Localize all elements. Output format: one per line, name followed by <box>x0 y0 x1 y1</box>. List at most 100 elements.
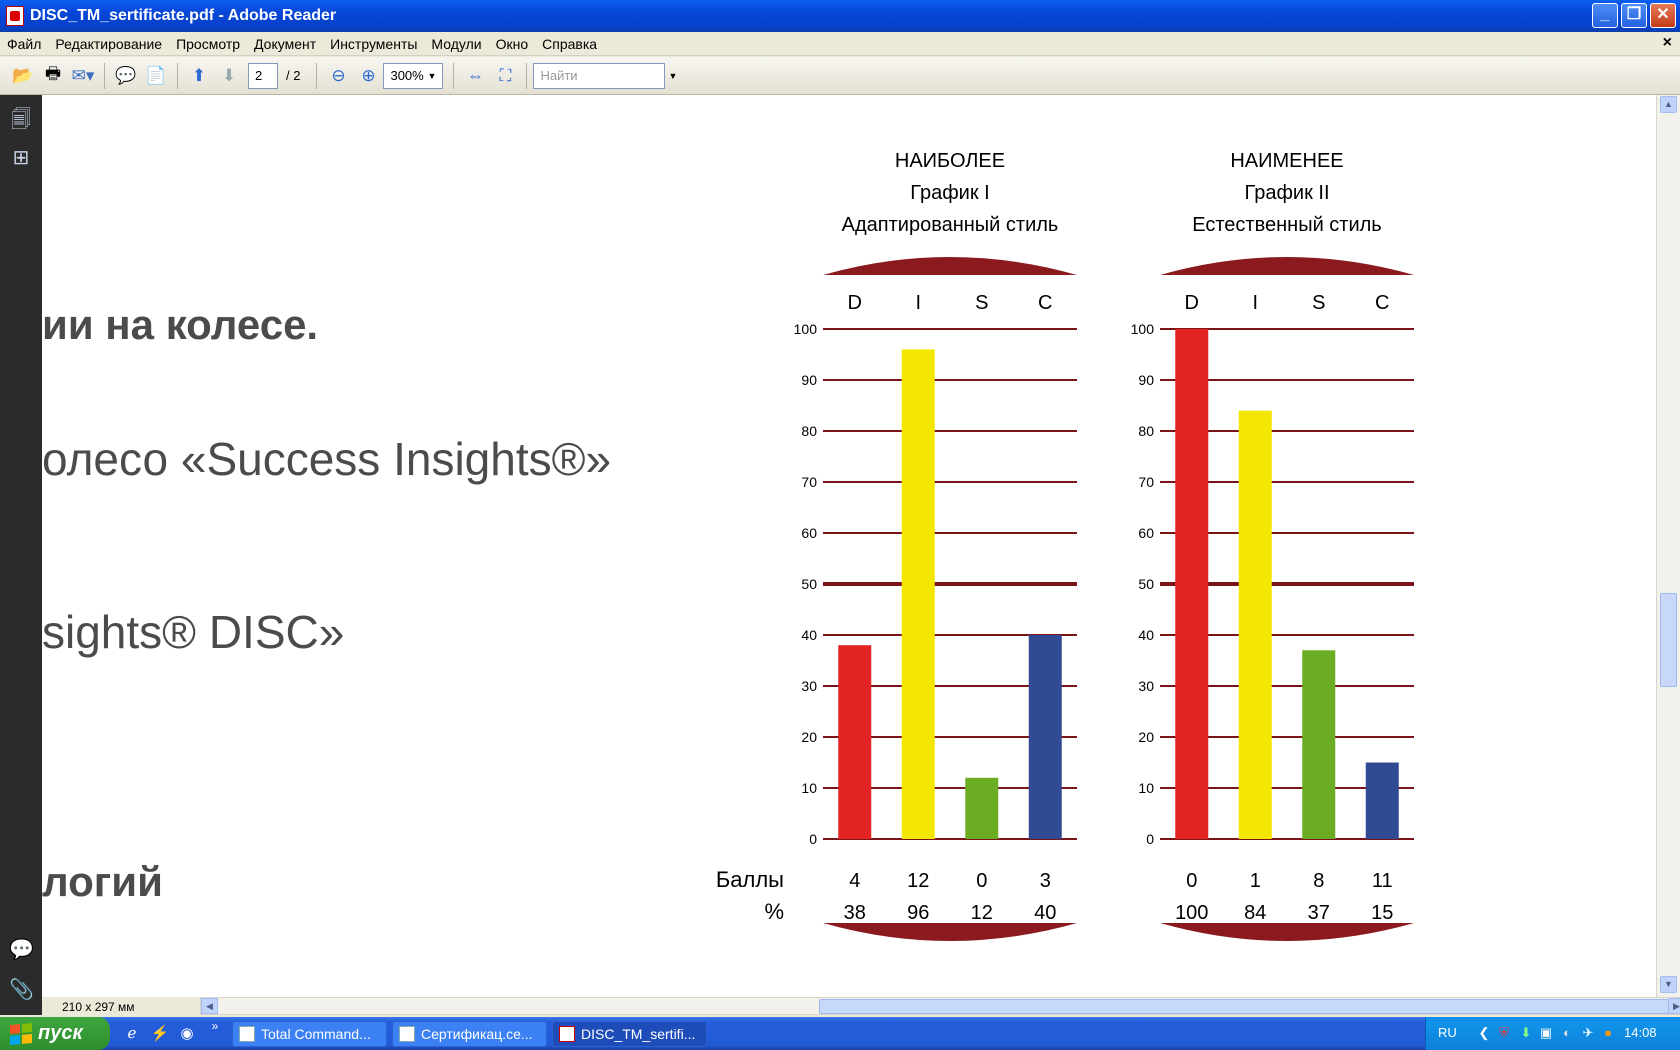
language-indicator[interactable]: RU <box>1438 1025 1457 1040</box>
fit-page-icon[interactable]: ⛶ <box>492 63 518 89</box>
y-tick-label: 100 <box>1131 321 1155 337</box>
chart-title: НАИБОЛЕЕ <box>895 150 1005 172</box>
chart-subtitle: График II <box>1245 182 1330 204</box>
network-icon[interactable]: ▣ <box>1538 1025 1554 1041</box>
fit-width-icon[interactable]: ⇔ <box>462 63 488 89</box>
email-attach-icon[interactable]: ✉▾ <box>70 63 96 89</box>
download-icon[interactable]: ⬇ <box>1518 1025 1534 1041</box>
bar-d <box>1175 329 1209 839</box>
find-input[interactable]: Найти <box>533 62 666 89</box>
chart-title: НАИМЕНЕЕ <box>1230 150 1343 172</box>
pdf-file-icon <box>6 6 24 26</box>
scroll-right-icon[interactable]: ▶ <box>1668 998 1680 1014</box>
minimize-button[interactable]: _ <box>1592 3 1618 28</box>
quicklaunch-browser-icon[interactable]: ◉ <box>177 1024 197 1044</box>
print-icon[interactable]: 🖶 <box>40 63 66 89</box>
close-button[interactable]: ✕ <box>1650 3 1676 28</box>
task-adobe-reader[interactable]: DISC_TM_sertifi... <box>552 1021 707 1047</box>
tray-back-icon[interactable]: ❮ <box>1476 1025 1492 1041</box>
chart-subtitle: График I <box>910 182 989 204</box>
category-label: C <box>1375 292 1389 314</box>
previous-page-icon[interactable]: ⬆ <box>186 63 212 89</box>
status-bar: 210 x 297 мм ◀ ▶ <box>42 997 1680 1017</box>
menu-view[interactable]: Просмотр <box>169 36 247 52</box>
score-value: 0 <box>1186 870 1197 892</box>
percent-value: 37 <box>1308 902 1330 924</box>
disc-charts: Баллы % НАИБОЛЕЕ График I Адаптированный с… <box>716 150 1414 941</box>
score-value: 0 <box>976 870 987 892</box>
pdf-file-icon <box>559 1026 575 1042</box>
chart-bottom-arc <box>1160 923 1414 941</box>
zoom-select[interactable]: 300% ▼ <box>383 62 444 89</box>
score-value: 11 <box>1372 870 1393 892</box>
next-page-icon[interactable]: ⬇ <box>216 63 242 89</box>
word-document-icon <box>399 1026 415 1042</box>
y-tick-label: 50 <box>801 576 817 592</box>
page-total: / 2 <box>286 68 301 83</box>
task-word-document[interactable]: Сертификац.се... <box>392 1021 547 1047</box>
percent-value: 38 <box>844 902 866 924</box>
scroll-down-icon[interactable]: ▼ <box>1660 976 1677 993</box>
chevron-down-icon: ▼ <box>427 70 437 81</box>
comments-icon[interactable]: 💬 <box>9 937 34 961</box>
internet-explorer-icon[interactable]: ℯ <box>122 1024 142 1044</box>
windows-logo-icon <box>10 1022 32 1045</box>
menu-document[interactable]: Документ <box>247 36 323 52</box>
bookmarks-icon[interactable]: ⊞ <box>9 145 33 169</box>
page-number-input[interactable] <box>248 62 278 89</box>
y-tick-label: 40 <box>1138 627 1154 643</box>
find-dropdown-icon[interactable]: ▼ <box>668 71 677 81</box>
task-total-commander[interactable]: Total Command... <box>232 1021 387 1047</box>
scroll-left-icon[interactable]: ◀ <box>201 998 218 1014</box>
bar-s <box>965 777 999 839</box>
menu-tools[interactable]: Инструменты <box>323 36 424 52</box>
menu-plugins[interactable]: Модули <box>424 36 488 52</box>
maximize-button[interactable]: ❐ <box>1621 3 1647 28</box>
attach-file-icon[interactable]: 📄 <box>143 63 169 89</box>
category-label: D <box>1185 292 1199 314</box>
menu-help[interactable]: Справка <box>535 36 604 52</box>
start-button[interactable]: пуск <box>0 1017 110 1050</box>
window-titlebar[interactable]: DISC_TM_sertificate.pdf - Adobe Reader _… <box>0 0 1680 32</box>
bar-i <box>901 349 935 839</box>
zoom-in-icon[interactable]: ⊕ <box>355 63 381 89</box>
toolbar: 📂 🖶 ✉▾ 💬 📄 ⬆ ⬇ / 2 ⊖ ⊕ 300%▼ ⇔ ⛶ Найти ▼ <box>0 57 1680 95</box>
horizontal-scrollbar[interactable]: ◀ ▶ <box>200 997 1680 1015</box>
window-title: DISC_TM_sertificate.pdf - Adobe Reader <box>30 7 337 24</box>
task-label: Сертификац.се... <box>421 1026 533 1042</box>
pages-icon[interactable]: 🗐 <box>9 105 33 131</box>
open-folder-icon[interactable]: 📂 <box>10 63 36 89</box>
quicklaunch-app-icon[interactable]: ⚡ <box>150 1024 170 1044</box>
scroll-up-icon[interactable]: ▲ <box>1660 96 1677 113</box>
task-label: DISC_TM_sertifi... <box>581 1026 696 1042</box>
antivirus-icon[interactable]: ⛨ <box>1496 1025 1512 1041</box>
document-close-icon[interactable]: × <box>1663 34 1672 52</box>
total-commander-icon <box>239 1026 255 1042</box>
y-tick-label: 90 <box>1138 372 1154 388</box>
vertical-scroll-thumb[interactable] <box>1660 593 1677 687</box>
comment-icon[interactable]: 💬 <box>113 63 139 89</box>
transfer-icon[interactable]: ✈ <box>1580 1025 1596 1041</box>
bar-c <box>1028 635 1062 839</box>
volume-icon[interactable]: ◐ <box>1559 1025 1575 1041</box>
menu-edit[interactable]: Редактирование <box>48 36 169 52</box>
score-value: 12 <box>907 870 929 892</box>
percent-value: 12 <box>971 902 993 924</box>
y-tick-label: 20 <box>801 729 817 745</box>
page-size: 210 x 297 мм <box>62 1000 135 1014</box>
browser-tray-icon[interactable]: ● <box>1600 1025 1616 1041</box>
horizontal-scroll-thumb[interactable] <box>819 999 1680 1014</box>
navigation-pane: 🗐 ⊞ 💬 📎 <box>0 95 42 1015</box>
quicklaunch-more-icon[interactable]: » <box>205 1019 225 1039</box>
menu-window[interactable]: Окно <box>489 36 536 52</box>
chart-top-arc <box>1160 257 1414 275</box>
document-view[interactable]: ии на колесе. олесо «Success Insights®» … <box>42 95 1656 997</box>
vertical-scrollbar[interactable]: ▲ ▼ <box>1656 95 1680 997</box>
menu-file[interactable]: Файл <box>0 36 48 52</box>
category-label: I <box>1252 292 1258 314</box>
attachments-icon[interactable]: 📎 <box>9 977 34 1001</box>
bar-c <box>1365 762 1399 839</box>
zoom-out-icon[interactable]: ⊖ <box>325 63 351 89</box>
y-tick-label: 70 <box>801 474 817 490</box>
y-tick-label: 0 <box>809 831 817 847</box>
